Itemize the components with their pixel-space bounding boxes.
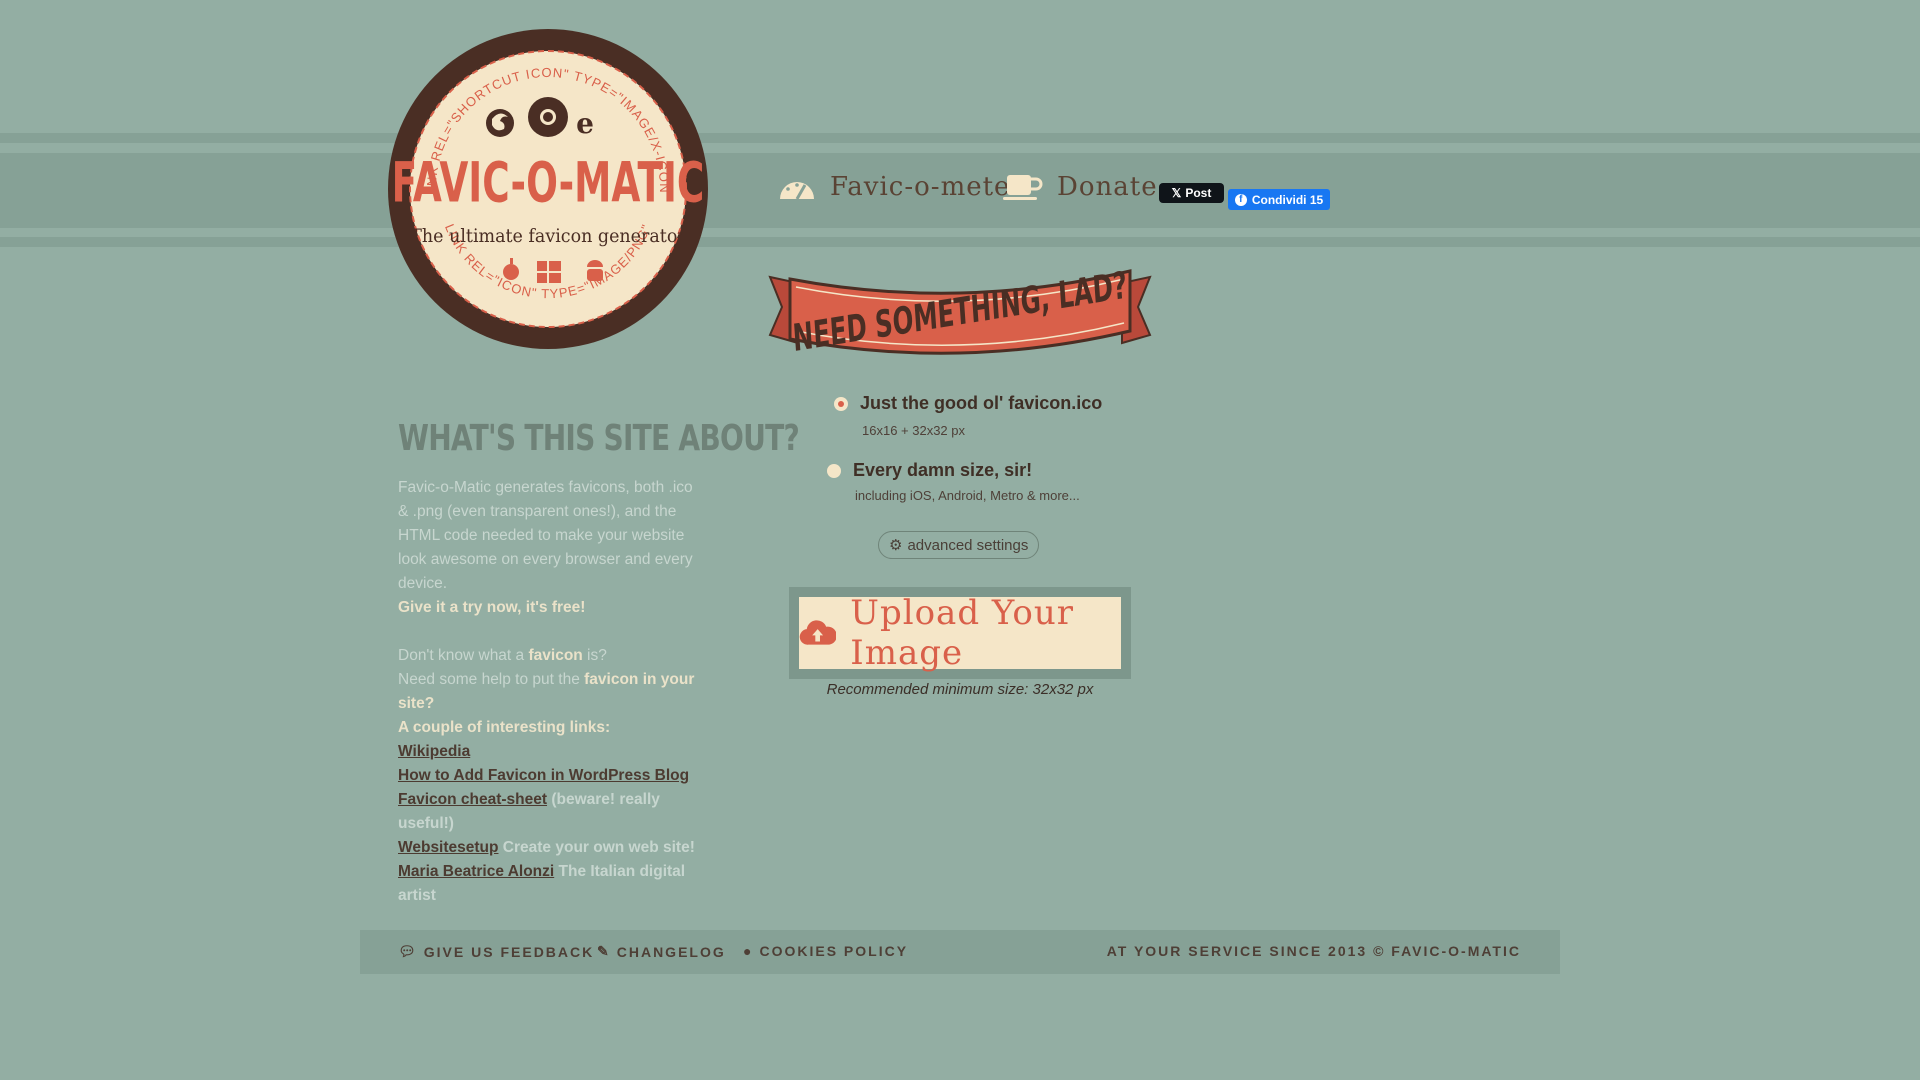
footer-changelog-link[interactable]: ✎ CHANGELOG <box>597 943 726 960</box>
footer-copyright: AT YOUR SERVICE SINCE 2013 © FAVIC-O-MAT… <box>1106 943 1521 959</box>
header-band-bottom <box>0 237 1920 247</box>
about-q1-bold: favicon <box>528 647 583 664</box>
link-favicon-cheatsheet[interactable]: Favicon cheat-sheet <box>398 791 547 808</box>
logo-badge[interactable]: LINK REL="SHORTCUT ICON" TYPE="IMAGE/X-I… <box>388 29 708 349</box>
footer-cookies-label: COOKIES POLICY <box>759 943 909 959</box>
about-q1-post: is? <box>582 647 607 664</box>
footer-cookies-link[interactable]: ● COOKIES POLICY <box>743 943 908 959</box>
about-text: Favic-o-Matic generates favicons, both .… <box>398 476 703 908</box>
cookie-icon: ● <box>743 943 754 959</box>
x-post-button[interactable]: 𝕏 Post <box>1159 183 1224 203</box>
facebook-share-button[interactable]: f Condividi 15 <box>1228 189 1330 210</box>
need-something-ribbon: NEED SOMETHING, LAD? <box>768 265 1152 361</box>
nav-donate-label: Donate <box>1057 172 1158 202</box>
x-post-label: Post <box>1185 186 1212 200</box>
link-wordpress-favicon[interactable]: How to Add Favicon in WordPress Blog <box>398 767 689 784</box>
gear-icon: ⚙ <box>889 537 903 554</box>
about-intro: Favic-o-Matic generates favicons, both .… <box>398 479 693 592</box>
option-every-size-sub: including iOS, Android, Metro & more... <box>855 488 1080 503</box>
radio-every-size[interactable] <box>827 464 841 478</box>
svg-text:e: e <box>576 107 594 140</box>
link-websitesetup-note: Create your own web site! <box>498 839 695 856</box>
upload-image-label: Upload Your Image <box>850 593 1075 673</box>
about-links-heading: A couple of interesting links: <box>398 719 611 736</box>
advanced-settings-button[interactable]: ⚙ advanced settings <box>878 531 1040 559</box>
about-q2-pre: Need some help to put the <box>398 671 585 688</box>
comment-icon: 💬︎ <box>398 943 418 959</box>
footer-feedback-label: GIVE US FEEDBACK <box>423 943 595 960</box>
header-band-top <box>0 133 1920 143</box>
footer: 💬︎ GIVE US FEEDBACK ✎ CHANGELOG ● COOKIE… <box>360 930 1560 974</box>
link-wikipedia[interactable]: Wikipedia <box>398 743 470 760</box>
option-favicon-ico-sub: 16x16 + 32x32 px <box>862 423 965 438</box>
upload-image-button[interactable]: Upload Your Image <box>799 593 1121 673</box>
about-cta: Give it a try now, it's free! <box>398 599 586 616</box>
nav-favicometer[interactable]: Favic-o-meter <box>778 172 1024 202</box>
android-icon <box>587 260 603 281</box>
nav-favicometer-label: Favic-o-meter <box>830 172 1024 202</box>
link-websitesetup[interactable]: Websitesetup <box>398 839 499 856</box>
firefox-icon <box>486 109 514 137</box>
badge-title: FAVIC-O-MATIC <box>392 151 705 215</box>
chrome-icon <box>528 97 568 137</box>
facebook-share-label: Condividi 15 <box>1251 192 1324 207</box>
edit-icon: ✎ <box>597 943 611 959</box>
advanced-settings-label: advanced settings <box>907 536 1029 554</box>
option-every-size-title: Every damn size, sir! <box>853 460 1033 480</box>
badge-subtitle: The ultimate favicon generator <box>410 225 686 247</box>
coffee-cup-icon <box>1003 175 1043 200</box>
upload-recommendation: Recommended minimum size: 32x32 px <box>826 681 1094 698</box>
facebook-icon: f <box>1234 193 1247 206</box>
option-favicon-ico-title: Just the good ol' favicon.ico <box>860 393 1103 413</box>
link-maria-alonzi[interactable]: Maria Beatrice Alonzi <box>398 863 554 880</box>
radio-favicon-ico[interactable] <box>834 397 848 411</box>
footer-changelog-label: CHANGELOG <box>616 943 726 960</box>
footer-feedback-link[interactable]: 💬︎ GIVE US FEEDBACK <box>398 943 594 960</box>
upload-frame: Upload Your Image <box>789 587 1131 679</box>
logo-badge-graphic: LINK REL="SHORTCUT ICON" TYPE="IMAGE/X-I… <box>388 29 708 349</box>
x-logo-icon: 𝕏 <box>1171 186 1182 200</box>
speedometer-icon <box>780 182 814 200</box>
about-title: WHAT'S THIS SITE ABOUT? <box>398 418 800 459</box>
ie-icon: e <box>576 107 594 140</box>
cloud-upload-icon <box>799 620 837 645</box>
about-q1-pre: Don't know what a <box>398 647 529 664</box>
nav-donate[interactable]: Donate <box>1003 172 1158 202</box>
